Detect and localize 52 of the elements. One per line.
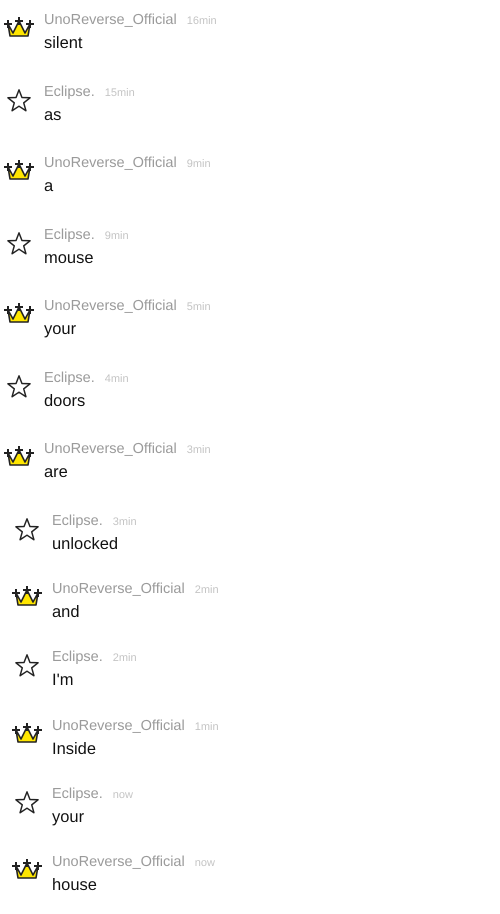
comment-text: Inside <box>52 738 98 760</box>
star-icon <box>13 653 41 678</box>
comment-text: I'm <box>52 670 74 692</box>
username[interactable]: Eclipse. <box>44 224 95 244</box>
comment-text: mouse <box>44 248 95 268</box>
username[interactable]: UnoReverse_Official <box>44 153 177 173</box>
comment-text: unlocked <box>52 534 120 554</box>
username[interactable]: Eclipse. <box>44 368 95 388</box>
comment-text: your <box>52 807 86 828</box>
comment-text: and <box>52 602 81 623</box>
timestamp: 3min <box>186 443 211 458</box>
timestamp: 1min <box>194 720 219 735</box>
username[interactable]: Eclipse. <box>44 82 95 102</box>
username[interactable]: UnoReverse_Official <box>52 852 185 872</box>
crown-icon <box>13 584 41 607</box>
crown-icon <box>13 722 41 744</box>
crown-icon <box>5 16 33 38</box>
comment-text: doors <box>44 390 86 412</box>
username[interactable]: Eclipse. <box>52 784 103 804</box>
timestamp: 2min <box>112 651 137 666</box>
star-icon <box>5 230 33 254</box>
star-icon <box>13 516 41 540</box>
timestamp: 9min <box>186 157 211 172</box>
username[interactable]: UnoReverse_Official <box>52 578 185 599</box>
username[interactable]: UnoReverse_Official <box>44 296 177 316</box>
comment-text: house <box>52 875 98 896</box>
username[interactable]: UnoReverse_Official <box>52 716 185 736</box>
star-icon <box>13 790 41 814</box>
username[interactable]: Eclipse. <box>52 510 103 530</box>
timestamp: 2min <box>194 582 219 598</box>
username[interactable]: UnoReverse_Official <box>44 10 177 30</box>
comment-text: are <box>44 462 69 483</box>
crown-icon <box>5 302 33 324</box>
timestamp: now <box>112 788 133 804</box>
star-icon <box>5 88 33 112</box>
crown-icon <box>5 159 33 181</box>
timestamp: now <box>194 856 215 872</box>
comment-text: as <box>44 104 62 126</box>
comment-text: silent <box>44 33 84 54</box>
timestamp: 15min <box>104 86 135 100</box>
comment-text: your <box>44 319 78 340</box>
timestamp: 4min <box>104 372 129 386</box>
star-icon <box>5 374 33 398</box>
crown-icon <box>5 445 33 467</box>
timestamp: 3min <box>112 514 137 530</box>
username[interactable]: UnoReverse_Official <box>44 439 177 459</box>
timestamp: 9min <box>104 228 129 244</box>
timestamp: 5min <box>186 300 211 315</box>
comment-text: a <box>44 176 54 197</box>
username[interactable]: Eclipse. <box>52 647 103 668</box>
timestamp: 16min <box>186 14 217 29</box>
crown-icon <box>13 858 41 880</box>
